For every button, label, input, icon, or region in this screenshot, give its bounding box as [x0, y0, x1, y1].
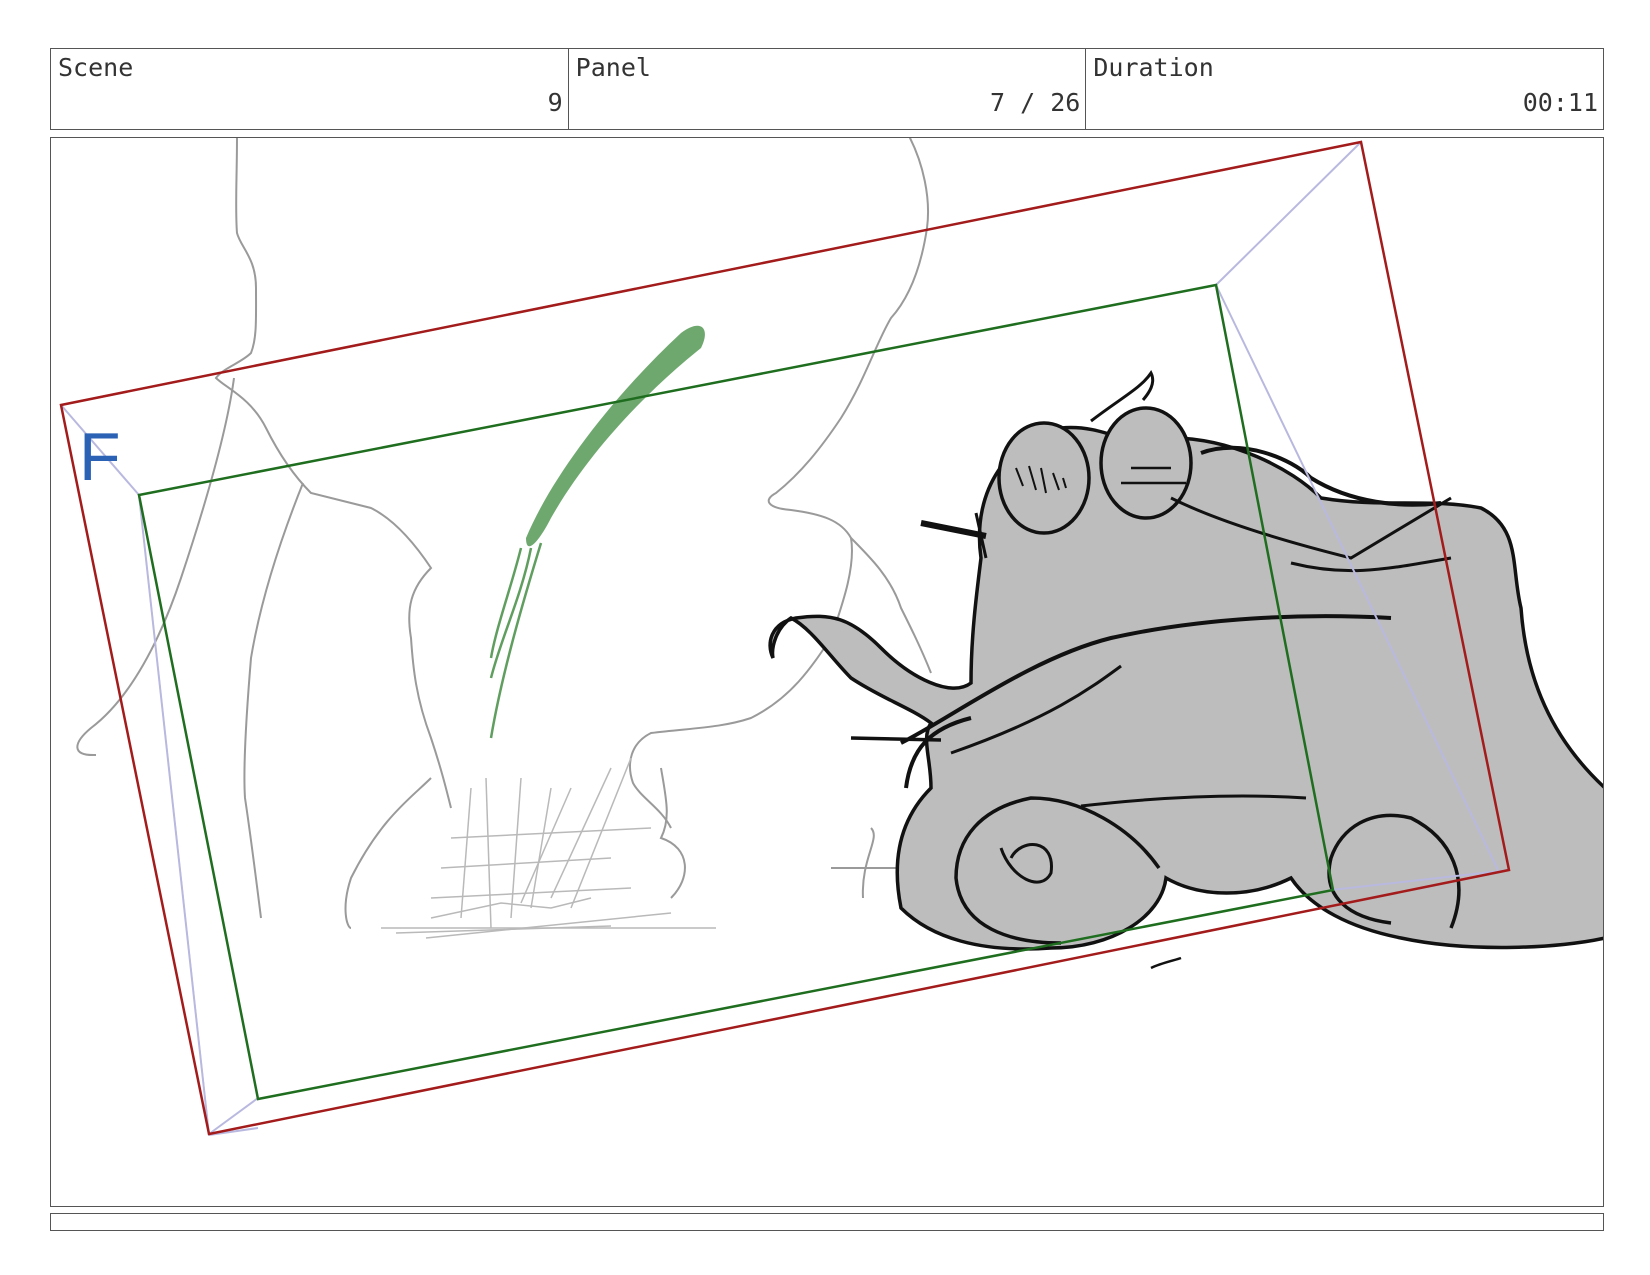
scene-value: 9 — [547, 88, 563, 117]
leaf-sketch — [489, 325, 705, 739]
field-marker: F — [79, 419, 121, 495]
background-sketch — [76, 138, 932, 929]
duration-label: Duration — [1093, 53, 1214, 82]
panel-artwork: F — [59, 138, 1603, 1136]
storyboard-panel: F — [50, 137, 1604, 1207]
scene-cell: Scene 9 — [51, 49, 569, 129]
panel-cell: Panel 7 / 26 — [569, 49, 1087, 129]
duration-value: 00:11 — [1522, 88, 1599, 117]
panel-info-header: Scene 9 Panel 7 / 26 Duration 00:11 — [50, 48, 1604, 130]
panel-label: Panel — [575, 53, 651, 82]
scene-label: Scene — [58, 53, 134, 82]
panel-footer — [50, 1213, 1604, 1231]
duration-cell: Duration 00:11 — [1086, 49, 1603, 129]
creature-sketch — [768, 370, 1603, 970]
impact-burst — [381, 757, 716, 939]
panel-value: 7 / 26 — [990, 88, 1081, 117]
